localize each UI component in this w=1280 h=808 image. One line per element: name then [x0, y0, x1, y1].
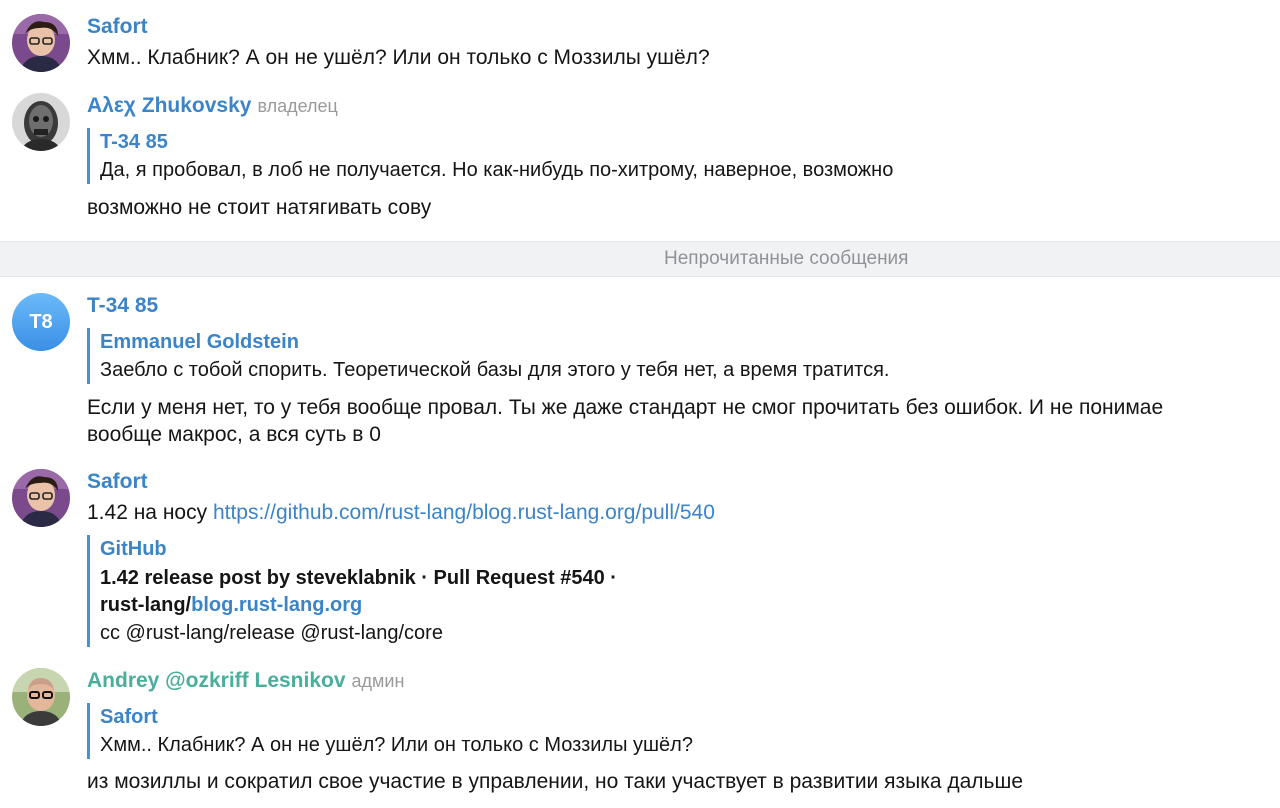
message-text: 1.42 на носу https://github.com/rust-lan…: [87, 499, 715, 527]
avatar[interactable]: [12, 469, 70, 527]
preview-site-name: GitHub: [100, 538, 167, 560]
author-name-text[interactable]: Αλεχ Zhukovsky: [87, 94, 251, 117]
user-photo-mask-icon: [12, 93, 70, 151]
role-badge: админ: [351, 671, 405, 691]
link-preview[interactable]: GitHub 1.42 release post by steveklabnik…: [87, 535, 617, 647]
message-text: возможно не стоит натягивать сову: [87, 196, 432, 219]
reply-text: Заебло с тобой спорить. Теоретической ба…: [100, 359, 890, 381]
preview-description: cc @rust-lang/release @rust-lang/core: [100, 622, 443, 644]
avatar[interactable]: T8: [12, 293, 70, 351]
preview-title-link[interactable]: blog.rust-lang.org: [191, 594, 362, 616]
preview-title-line-1: 1.42 release post by steveklabnik · Pull…: [100, 567, 617, 589]
author-name[interactable]: Andrey @ozkriff Lesnikov админ: [87, 669, 404, 693]
avatar[interactable]: [12, 668, 70, 726]
user-photo-glasses-icon: [12, 14, 70, 72]
author-name[interactable]: Αλεχ Zhukovsky владелец: [87, 94, 338, 118]
reply-author: Emmanuel Goldstein: [100, 331, 299, 353]
user-photo-glasses-icon: [12, 469, 70, 527]
message-text-line-1: Если у меня нет, то у тебя вообще провал…: [87, 396, 1164, 419]
author-name[interactable]: T-34 85: [87, 294, 158, 318]
role-badge: владелец: [257, 96, 338, 116]
unread-messages-divider: Непрочитанные сообщения: [0, 241, 1280, 277]
reply-quote[interactable]: Safort Хмм.. Клабник? А он не ушёл? Или …: [87, 703, 693, 759]
message-text-line-2: вообще макрос, а вся суть в 0: [87, 423, 381, 446]
unread-divider-label: Непрочитанные сообщения: [664, 248, 909, 269]
preview-title-prefix: rust-lang/: [100, 594, 192, 616]
message-text: из мозиллы и сократил свое участие в упр…: [87, 770, 1024, 793]
author-name[interactable]: Safort: [87, 15, 148, 39]
preview-title-line-2: rust-lang/blog.rust-lang.org: [100, 592, 617, 619]
message-link[interactable]: https://github.com/rust-lang/blog.rust-l…: [213, 501, 715, 524]
avatar[interactable]: [12, 14, 70, 72]
message-text: Хмм.. Клабник? А он не ушёл? Или он толь…: [87, 46, 710, 69]
reply-quote[interactable]: Emmanuel Goldstein Заебло с тобой спорит…: [87, 328, 889, 384]
user-photo-bald-glasses-icon: [12, 668, 70, 726]
avatar-initials: T8: [29, 311, 53, 333]
message-text-prefix: 1.42 на носу: [87, 501, 213, 524]
reply-quote[interactable]: T-34 85 Да, я пробовал, в лоб не получае…: [87, 128, 893, 184]
reply-author: Safort: [100, 706, 158, 728]
reply-text: Хмм.. Клабник? А он не ушёл? Или он толь…: [100, 734, 693, 756]
avatar[interactable]: [12, 93, 70, 151]
author-name[interactable]: Safort: [87, 470, 148, 494]
author-name-text[interactable]: Andrey @ozkriff Lesnikov: [87, 669, 346, 692]
reply-author: T-34 85: [100, 131, 168, 153]
reply-text: Да, я пробовал, в лоб не получается. Но …: [100, 159, 894, 181]
